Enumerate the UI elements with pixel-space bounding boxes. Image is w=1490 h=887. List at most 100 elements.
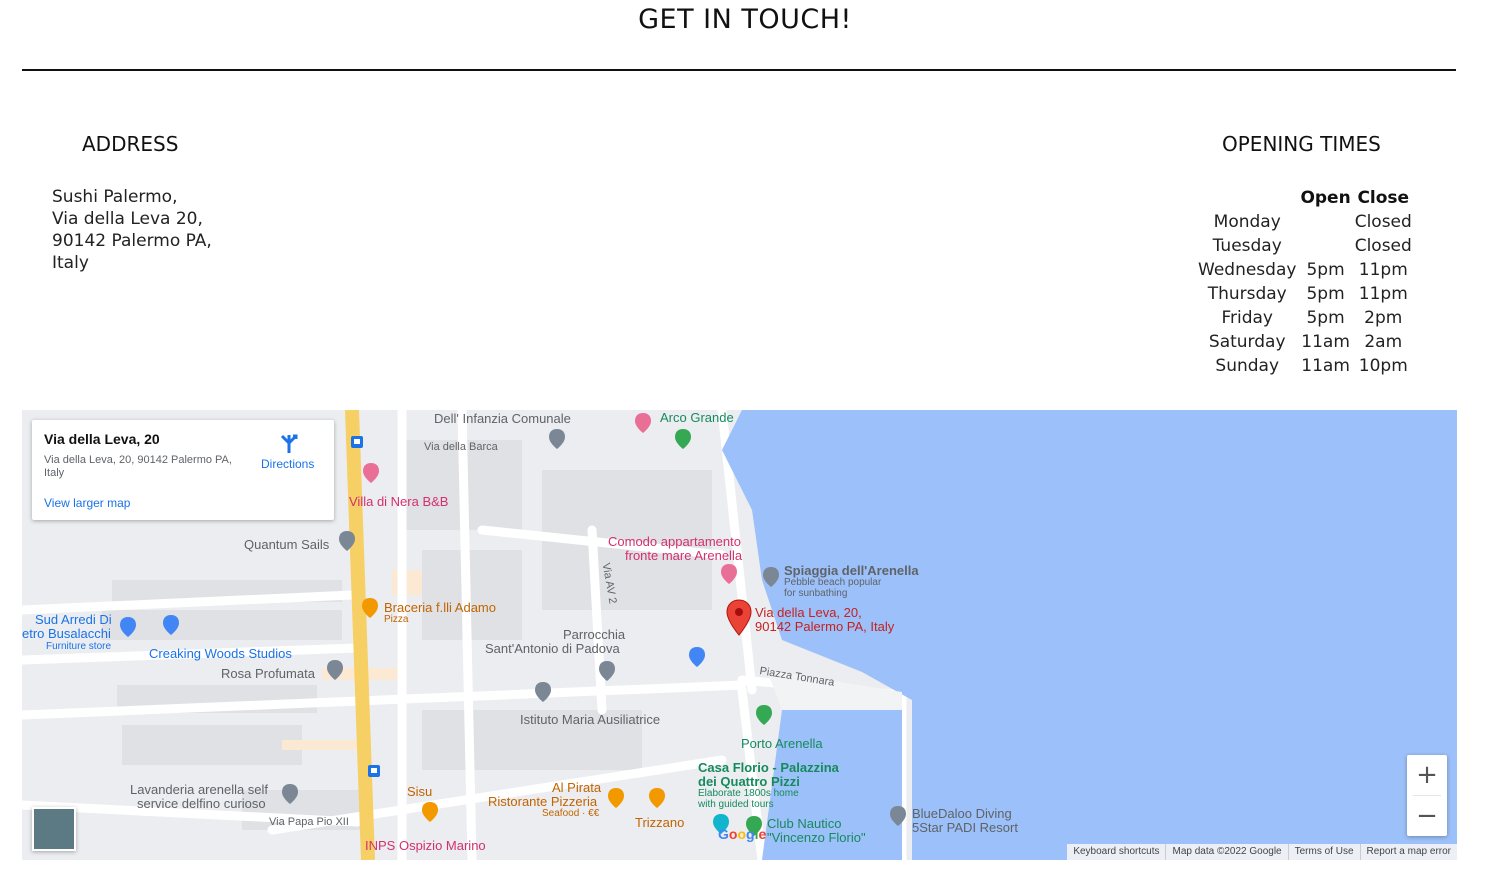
directions-icon[interactable]	[278, 433, 300, 455]
zoom-out-button[interactable]: −	[1407, 796, 1447, 836]
map-label[interactable]: Creaking Woods Studios	[149, 647, 292, 661]
shop-pin-icon[interactable]	[119, 616, 137, 638]
keyboard-shortcuts-link[interactable]: Keyboard shortcuts	[1067, 844, 1165, 860]
open-cell: 5pm	[1306, 260, 1345, 280]
zoom-in-button[interactable]: +	[1407, 755, 1447, 795]
map-label[interactable]: Arco Grande	[660, 411, 734, 425]
shop-pin-icon[interactable]	[688, 646, 706, 668]
opening-times-heading: OPENING TIMES	[1222, 132, 1381, 156]
map-label[interactable]: Ristorante Pizzeria	[488, 795, 597, 809]
close-cell: Closed	[1354, 236, 1412, 256]
map-label[interactable]: etro Busalacchi	[22, 627, 111, 641]
table-row: Tuesday Closed	[1196, 234, 1414, 258]
map-label[interactable]: BlueDaloo Diving	[912, 807, 1012, 821]
embedded-map[interactable]: Dell' Infanzia Comunale Via della Barca …	[22, 410, 1457, 860]
map-label[interactable]: fronte mare Arenella	[625, 549, 742, 563]
map-label[interactable]: Sud Arredi Di	[35, 613, 112, 627]
map-sublabel: Furniture store	[46, 641, 112, 652]
open-cell: 5pm	[1306, 284, 1345, 304]
place-pin-icon[interactable]	[338, 530, 356, 552]
map-label[interactable]: Quantum Sails	[244, 538, 329, 552]
zoom-controls: + −	[1407, 755, 1447, 836]
address-block: Sushi Palermo, Via della Leva 20, 90142 …	[52, 186, 212, 274]
map-sublabel: Seafood · €€	[542, 808, 600, 819]
map-label[interactable]: service delfino curioso	[137, 797, 266, 811]
map-sublabel: Pebble beach popular	[784, 577, 882, 588]
place-pin-icon[interactable]	[326, 659, 344, 681]
map-label[interactable]: Comodo appartamento	[608, 535, 741, 549]
marker-label[interactable]: Via della Leva, 20,	[755, 606, 862, 620]
shop-pin-icon[interactable]	[162, 614, 180, 636]
place-pin-icon[interactable]	[889, 805, 907, 827]
address-line: Via della Leva 20,	[52, 209, 203, 229]
marker-label[interactable]: 90142 Palermo PA, Italy	[755, 620, 894, 634]
day-column-header	[1196, 186, 1298, 210]
satellite-toggle[interactable]	[32, 807, 76, 851]
close-cell: 11pm	[1358, 284, 1408, 304]
view-larger-map-link[interactable]: View larger map	[44, 496, 130, 510]
beach-pin-icon[interactable]	[762, 566, 780, 588]
close-cell: 2pm	[1364, 308, 1403, 328]
map-label[interactable]: Dell' Infanzia Comunale	[434, 412, 571, 426]
place-pin-icon[interactable]	[281, 783, 299, 805]
bus-stop-icon[interactable]	[368, 765, 380, 777]
hiking-pin-icon[interactable]	[674, 428, 692, 450]
church-pin-icon[interactable]	[598, 660, 616, 682]
map-sublabel: Elaborate 1800s home	[698, 788, 799, 799]
map-label[interactable]: Sant'Antonio di Padova	[485, 642, 620, 656]
day-cell: Friday	[1221, 308, 1273, 328]
open-cell	[1298, 234, 1352, 258]
close-cell: 11pm	[1358, 260, 1408, 280]
open-cell	[1298, 210, 1352, 234]
bus-stop-icon[interactable]	[351, 436, 363, 448]
place-pin-icon[interactable]	[534, 681, 552, 703]
report-error-link[interactable]: Report a map error	[1359, 844, 1457, 860]
map-sublabel: Pizza	[384, 614, 409, 625]
hotel-pin-icon[interactable]	[634, 412, 652, 434]
restaurant-pin-icon[interactable]	[648, 787, 666, 809]
map-label[interactable]: "Vincenzo Florio"	[767, 831, 866, 845]
day-cell: Saturday	[1208, 332, 1286, 352]
map-sublabel: for sunbathing	[784, 588, 848, 599]
day-cell: Wednesday	[1198, 260, 1297, 280]
restaurant-pin-icon[interactable]	[421, 801, 439, 823]
school-pin-icon[interactable]	[548, 428, 566, 450]
map-label[interactable]: INPS Ospizio Marino	[365, 839, 486, 853]
map-label[interactable]: Trizzano	[635, 816, 684, 830]
restaurant-pin-icon[interactable]	[607, 787, 625, 809]
hotel-pin-icon[interactable]	[720, 563, 738, 585]
map-label[interactable]: Lavanderia arenella self	[130, 783, 268, 797]
map-label[interactable]: Villa di Nera B&B	[349, 495, 448, 509]
day-cell: Monday	[1213, 212, 1281, 232]
directions-link[interactable]: Directions	[261, 457, 314, 471]
opening-times-table: Open Close Monday Closed Tuesday Closed …	[1196, 186, 1414, 378]
hotel-pin-icon[interactable]	[362, 462, 380, 484]
map-label[interactable]: Al Pirata	[552, 781, 601, 795]
close-cell: 10pm	[1358, 356, 1408, 376]
map-label[interactable]: Parrocchia	[563, 628, 625, 642]
table-row: Monday Closed	[1196, 210, 1414, 234]
map-label[interactable]: Spiaggia dell'Arenella	[784, 564, 919, 578]
map-label[interactable]: Club Nautico	[767, 817, 841, 831]
close-column-header: Close	[1357, 188, 1410, 208]
map-label[interactable]: 5Star PADI Resort	[912, 821, 1018, 835]
map-label[interactable]: Sisu	[407, 785, 432, 799]
table-row: Sunday 11am 10pm	[1196, 354, 1414, 378]
map-label[interactable]: Braceria f.lli Adamo	[384, 601, 496, 615]
table-row: Saturday 11am 2am	[1196, 330, 1414, 354]
map-info-card: Via della Leva, 20 Via della Leva, 20, 9…	[32, 420, 334, 520]
restaurant-pin-icon[interactable]	[361, 597, 379, 619]
google-logo: Google	[718, 826, 767, 842]
address-heading: ADDRESS	[82, 132, 179, 156]
terms-of-use-link[interactable]: Terms of Use	[1287, 844, 1360, 860]
map-label[interactable]: Rosa Profumata	[221, 667, 315, 681]
map-label[interactable]: Porto Arenella	[741, 737, 823, 751]
marina-pin-icon[interactable]	[755, 704, 773, 726]
location-marker-icon[interactable]	[726, 599, 752, 637]
table-row: Wednesday 5pm 11pm	[1196, 258, 1414, 282]
map-label[interactable]: Casa Florio - Palazzina	[698, 761, 839, 775]
map-label[interactable]: Istituto Maria Ausiliatrice	[520, 713, 660, 727]
map-label[interactable]: dei Quattro Pizzi	[698, 775, 800, 789]
close-cell: 2am	[1364, 332, 1403, 352]
table-row: Thursday 5pm 11pm	[1196, 282, 1414, 306]
